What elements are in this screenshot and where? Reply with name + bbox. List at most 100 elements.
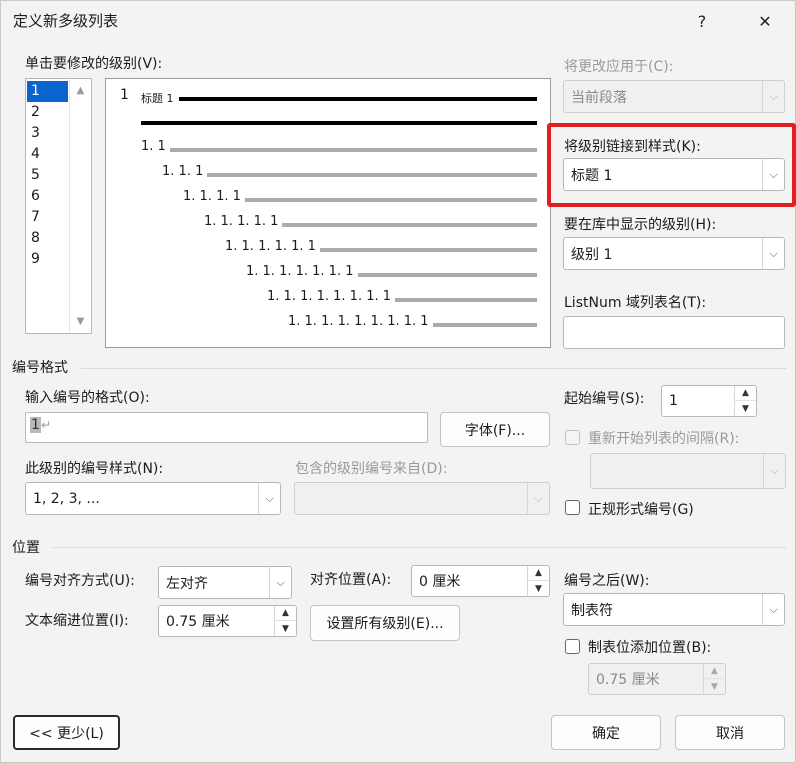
spin-up-icon[interactable]: ▲: [735, 386, 756, 401]
level-list-item[interactable]: 2: [27, 102, 68, 123]
preview-level-bar: [358, 273, 537, 277]
start-at-value: 1: [669, 393, 678, 409]
legal-style-label: 正规形式编号(G): [588, 502, 694, 518]
text-indent-spinner[interactable]: 0.75 厘米 ▲ ▼: [158, 605, 297, 637]
set-all-levels-button[interactable]: 设置所有级别(E)...: [310, 605, 460, 641]
preview-level-bar: [433, 323, 537, 327]
follow-number-value: 制表符: [571, 602, 613, 619]
scroll-down-icon[interactable]: ▼: [70, 316, 91, 327]
tab-stop-value: 0.75 厘米: [596, 672, 660, 688]
preview-level-number: 1. 1. 1. 1. 1. 1. 1: [246, 264, 354, 279]
define-multilevel-list-dialog: 定义新多级列表 ? ✕ 单击要修改的级别(V): 123456789 ▲ ▼ 1…: [0, 0, 796, 763]
legal-style-checkbox[interactable]: [565, 500, 580, 515]
tab-stop-label: 制表位添加位置(B):: [588, 640, 712, 656]
follow-number-label: 编号之后(W):: [564, 573, 650, 589]
spin-down-icon[interactable]: ▼: [704, 679, 725, 694]
font-button[interactable]: 字体(F)...: [440, 412, 550, 447]
section-divider: [81, 368, 786, 369]
chevron-down-icon: ⌵: [762, 238, 784, 269]
preview-pane: 1 标题 1 1. 1 1. 1. 1 1. 1. 1. 1 1. 1. 1. 1. …: [105, 78, 551, 348]
tab-stop-checkbox[interactable]: [565, 639, 580, 654]
alignment-value: 左对齐: [166, 575, 208, 592]
listnum-label: ListNum 域列表名(T):: [564, 295, 707, 311]
number-style-value: 1, 2, 3, ...: [33, 490, 100, 507]
gallery-level-label: 要在库中显示的级别(H):: [564, 217, 717, 233]
level-list-item[interactable]: 8: [27, 228, 68, 249]
link-style-label: 将级别链接到样式(K):: [564, 139, 701, 155]
include-level-label: 包含的级别编号来自(D):: [295, 461, 448, 477]
spin-down-icon[interactable]: ▼: [528, 581, 549, 596]
alignment-label: 编号对齐方式(U):: [25, 573, 135, 589]
include-level-dropdown[interactable]: ⌵: [294, 482, 550, 515]
paragraph-mark-icon: ↵: [41, 418, 52, 432]
link-style-value: 标题 1: [571, 167, 613, 184]
format-label: 输入编号的格式(O):: [25, 390, 150, 406]
restart-dropdown[interactable]: ⌵: [590, 453, 786, 489]
preview-level-bar: [170, 148, 537, 152]
cancel-button[interactable]: 取消: [675, 715, 785, 750]
spin-up-icon[interactable]: ▲: [704, 664, 725, 679]
preview-level-bar: [245, 198, 537, 202]
alignment-dropdown[interactable]: 左对齐 ⌵: [158, 566, 292, 599]
start-at-spinner[interactable]: 1 ▲ ▼: [661, 385, 757, 417]
preview-level-number: 1. 1. 1: [162, 164, 204, 179]
apply-to-value: 当前段落: [571, 89, 627, 106]
spin-down-icon[interactable]: ▼: [275, 621, 296, 636]
tab-stop-spinner[interactable]: 0.75 厘米 ▲ ▼: [588, 663, 726, 695]
preview-level-number: 1. 1. 1. 1. 1. 1: [225, 239, 316, 254]
level-list-item[interactable]: 7: [27, 207, 68, 228]
spin-down-icon[interactable]: ▼: [735, 401, 756, 416]
level-list-item[interactable]: 4: [27, 144, 68, 165]
format-field-code: 1: [30, 417, 41, 433]
preview-level-bar: [320, 248, 537, 252]
scroll-up-icon[interactable]: ▲: [70, 85, 91, 96]
start-at-label: 起始编号(S):: [564, 391, 645, 407]
preview-level-number: 1. 1: [141, 139, 166, 154]
ok-button[interactable]: 确定: [551, 715, 661, 750]
number-style-dropdown[interactable]: 1, 2, 3, ... ⌵: [25, 482, 281, 515]
level-list-item[interactable]: 1: [27, 81, 68, 102]
level-list-scrollbar[interactable]: ▲ ▼: [69, 79, 91, 333]
number-style-label: 此级别的编号样式(N):: [25, 461, 164, 477]
aligned-at-value: 0 厘米: [419, 574, 461, 590]
spin-up-icon[interactable]: ▲: [275, 606, 296, 621]
follow-number-dropdown[interactable]: 制表符 ⌵: [563, 593, 785, 626]
level-list-item[interactable]: 9: [27, 249, 68, 270]
link-style-dropdown[interactable]: 标题 1 ⌵: [563, 158, 785, 191]
preview-heading-bar: [179, 97, 537, 101]
preview-level-bar: [207, 173, 537, 177]
level-list-item[interactable]: 6: [27, 186, 68, 207]
chevron-down-icon: ⌵: [269, 567, 291, 598]
less-button[interactable]: << 更少(L): [13, 715, 120, 750]
aligned-at-spinner[interactable]: 0 厘米 ▲ ▼: [411, 565, 550, 597]
close-button[interactable]: ✕: [745, 3, 785, 39]
preview-level-bar: [282, 223, 537, 227]
level-listbox[interactable]: 123456789 ▲ ▼: [25, 78, 92, 334]
format-input[interactable]: 1 ↵: [25, 412, 428, 443]
help-button[interactable]: ?: [682, 3, 722, 39]
section-divider: [53, 547, 786, 548]
level-list-item[interactable]: 3: [27, 123, 68, 144]
chevron-down-icon: ⌵: [762, 594, 784, 625]
level-list-label: 单击要修改的级别(V):: [25, 56, 163, 72]
chevron-down-icon: ⌵: [258, 483, 280, 514]
apply-to-label: 将更改应用于(C):: [564, 59, 674, 75]
gallery-level-dropdown[interactable]: 级别 1 ⌵: [563, 237, 785, 270]
spin-up-icon[interactable]: ▲: [528, 566, 549, 581]
text-indent-label: 文本缩进位置(I):: [25, 613, 129, 629]
apply-to-dropdown[interactable]: 当前段落 ⌵: [563, 80, 785, 113]
level-list-item[interactable]: 5: [27, 165, 68, 186]
preview-level-number: 1. 1. 1. 1. 1: [204, 214, 279, 229]
restart-label: 重新开始列表的间隔(R):: [588, 431, 740, 447]
preview-level-number: 1. 1. 1. 1. 1. 1. 1. 1. 1: [288, 314, 429, 329]
text-indent-value: 0.75 厘米: [166, 614, 230, 630]
number-format-section-title: 编号格式: [12, 360, 68, 376]
preview-level-number: 1. 1. 1. 1: [183, 189, 241, 204]
listnum-input[interactable]: [563, 316, 785, 349]
gallery-level-value: 级别 1: [571, 246, 613, 263]
chevron-down-icon: ⌵: [762, 81, 784, 112]
restart-checkbox[interactable]: [565, 430, 580, 445]
chevron-down-icon: ⌵: [762, 159, 784, 190]
preview-heading-number: 1: [120, 87, 129, 103]
position-section-title: 位置: [12, 540, 40, 556]
